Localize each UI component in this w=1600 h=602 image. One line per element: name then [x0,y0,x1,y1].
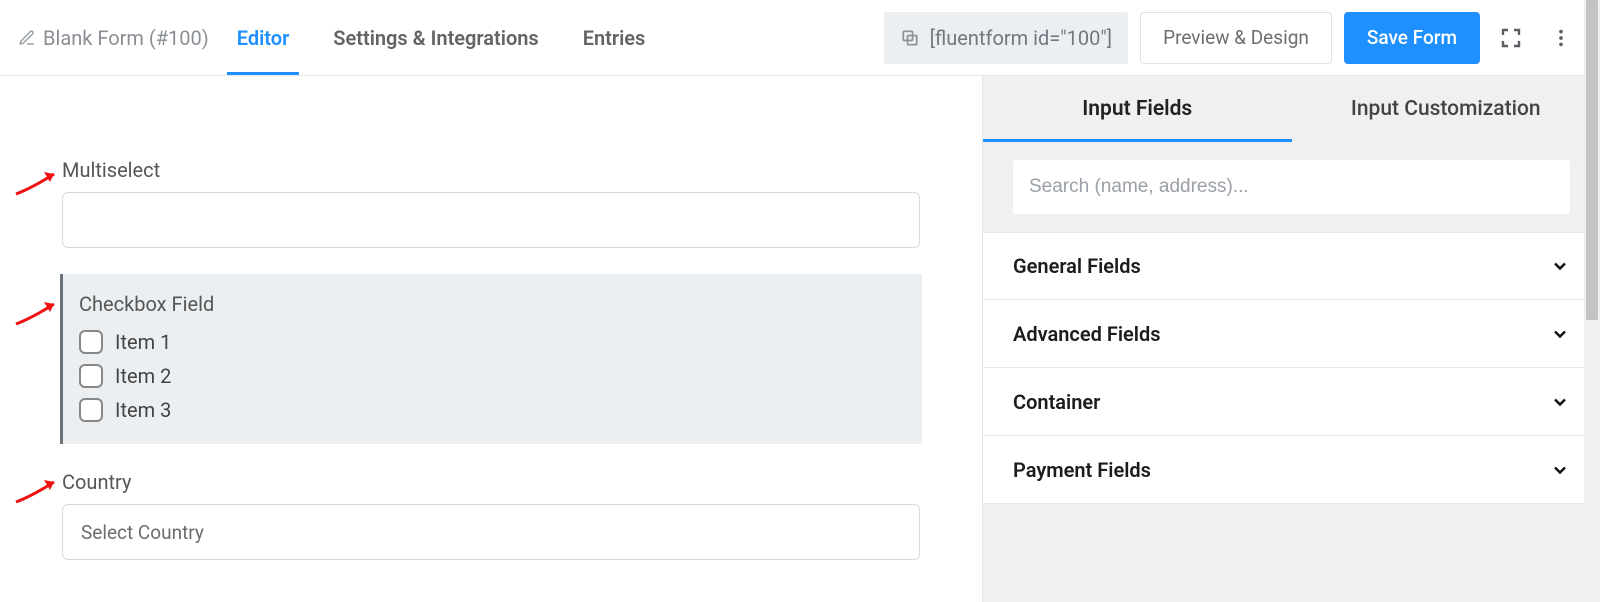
checkbox-option[interactable]: Item 3 [79,398,906,422]
field-checkbox[interactable]: Checkbox Field Item 1 Item 2 Item 3 [60,274,922,444]
checkbox-option[interactable]: Item 2 [79,364,906,388]
side-panel: Input Fields Input Customization General… [982,76,1600,602]
chevron-down-icon [1550,324,1570,344]
section-label: Container [1013,390,1100,414]
section-container[interactable]: Container [983,368,1600,436]
right-tools: [fluentform id="100"] Preview & Design S… [884,12,1580,64]
save-button[interactable]: Save Form [1344,12,1480,64]
top-tabs: Editor Settings & Integrations Entries [237,2,646,74]
side-tabs: Input Fields Input Customization [983,76,1600,142]
chevron-down-icon [1550,460,1570,480]
form-canvas: Multiselect Checkbox Field Item 1 Item 2… [0,76,982,602]
checkbox-icon[interactable] [79,330,103,354]
checkbox-option-label: Item 1 [115,330,171,354]
more-vertical-icon [1550,27,1572,49]
field-label: Checkbox Field [79,292,906,316]
side-tab-input-fields[interactable]: Input Fields [983,76,1292,142]
annotation-arrow-icon [12,476,62,504]
checkbox-option[interactable]: Item 1 [79,330,906,354]
search-wrap [983,142,1600,232]
side-tab-customization[interactable]: Input Customization [1292,76,1600,142]
search-input[interactable] [1013,160,1570,214]
topbar: Blank Form (#100) Editor Settings & Inte… [0,0,1600,76]
edit-icon [18,29,36,47]
chevron-down-icon [1550,256,1570,276]
tab-entries[interactable]: Entries [583,2,646,74]
fullscreen-icon [1499,26,1523,50]
field-multiselect[interactable]: Multiselect [60,156,922,250]
form-title[interactable]: Blank Form (#100) [18,26,209,50]
checkbox-option-label: Item 3 [115,398,171,422]
field-label: Multiselect [62,158,920,182]
checkbox-icon[interactable] [79,364,103,388]
scrollbar[interactable] [1584,0,1600,602]
shortcode-box[interactable]: [fluentform id="100"] [884,12,1128,64]
multiselect-input[interactable] [62,192,920,248]
annotation-arrow-icon [12,168,62,196]
preview-button[interactable]: Preview & Design [1140,12,1332,64]
field-country[interactable]: Country Select Country [60,468,922,562]
fullscreen-button[interactable] [1492,19,1530,57]
section-advanced-fields[interactable]: Advanced Fields [983,300,1600,368]
scrollbar-thumb[interactable] [1586,0,1598,320]
field-sections: General Fields Advanced Fields Container… [983,232,1600,504]
section-general-fields[interactable]: General Fields [983,232,1600,300]
select-placeholder: Select Country [81,521,204,544]
tab-settings[interactable]: Settings & Integrations [333,2,538,74]
annotation-arrow-icon [12,298,62,326]
section-label: Payment Fields [1013,458,1151,482]
section-payment-fields[interactable]: Payment Fields [983,436,1600,504]
tab-editor[interactable]: Editor [237,2,290,74]
copy-icon [900,28,920,48]
checkbox-option-label: Item 2 [115,364,171,388]
shortcode-text: [fluentform id="100"] [930,26,1112,50]
section-label: Advanced Fields [1013,322,1161,346]
chevron-down-icon [1550,392,1570,412]
field-label: Country [62,470,920,494]
section-label: General Fields [1013,254,1141,278]
more-button[interactable] [1542,19,1580,57]
main: Multiselect Checkbox Field Item 1 Item 2… [0,76,1600,602]
checkbox-icon[interactable] [79,398,103,422]
country-select[interactable]: Select Country [62,504,920,560]
form-title-text: Blank Form (#100) [43,26,209,50]
